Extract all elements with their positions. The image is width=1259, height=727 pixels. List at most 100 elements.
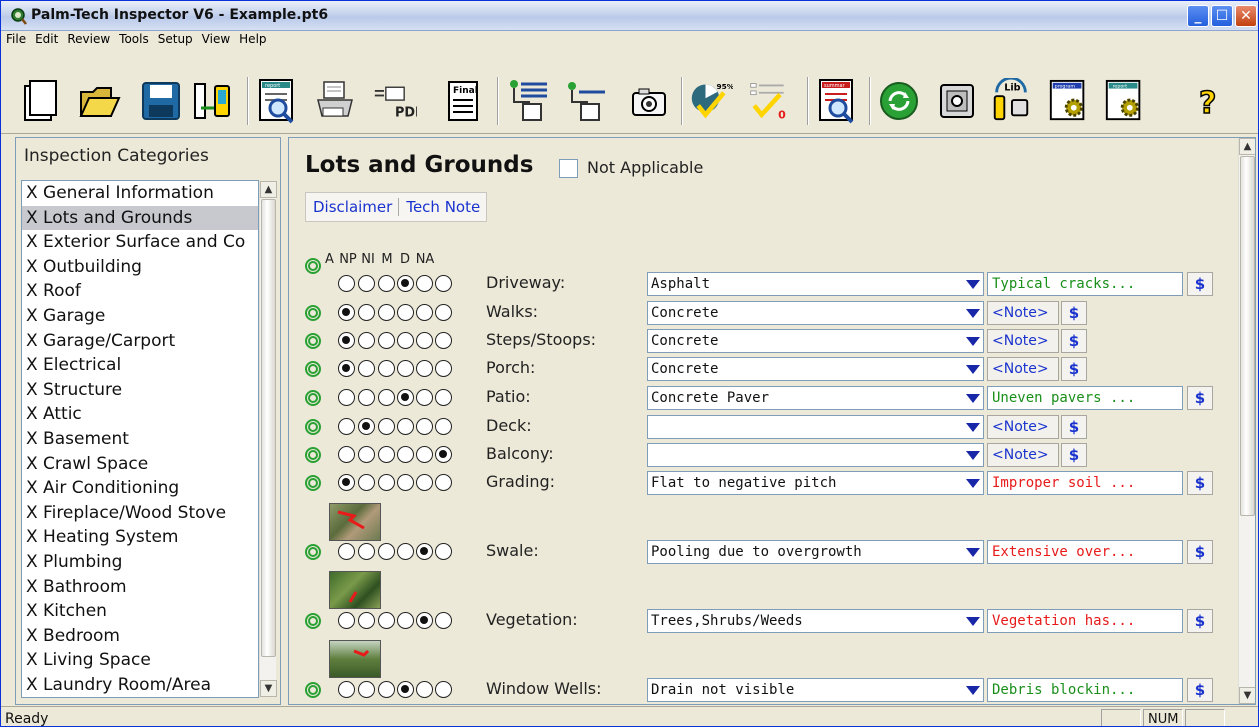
scroll-thumb[interactable] — [1240, 156, 1255, 516]
rating-radio-d[interactable] — [416, 543, 433, 560]
cost-button[interactable]: $ — [1187, 471, 1213, 495]
dropdown-arrow-icon[interactable] — [966, 309, 980, 318]
cost-button[interactable]: $ — [1061, 301, 1087, 325]
rating-radio-na[interactable] — [435, 543, 452, 560]
backup-safe-button[interactable] — [935, 77, 979, 125]
item-comment[interactable]: Uneven pavers ... — [987, 386, 1183, 410]
sync-device-button[interactable] — [189, 77, 233, 125]
cost-button[interactable]: $ — [1187, 609, 1213, 633]
item-comment[interactable]: Debris blockin... — [987, 678, 1183, 702]
rating-radio-ni[interactable] — [378, 418, 395, 435]
menu-help[interactable]: Help — [234, 31, 270, 46]
cost-button[interactable]: $ — [1061, 357, 1087, 381]
rating-radio-ni[interactable] — [378, 681, 395, 698]
maximize-button[interactable]: ☐ — [1211, 5, 1233, 27]
rating-radio-na[interactable] — [435, 681, 452, 698]
menu-edit[interactable]: Edit — [30, 31, 62, 46]
item-value-dropdown[interactable]: Pooling due to overgrowth — [647, 540, 984, 564]
rating-radio-m[interactable] — [397, 418, 414, 435]
rating-radio-na[interactable] — [435, 360, 452, 377]
item-value-dropdown[interactable] — [647, 443, 984, 467]
dropdown-arrow-icon[interactable] — [966, 617, 980, 626]
rating-radio-m[interactable] — [397, 543, 414, 560]
rating-radio-d[interactable] — [416, 275, 433, 292]
item-value-dropdown[interactable]: Concrete — [647, 357, 984, 381]
item-value-dropdown[interactable]: Concrete Paver — [647, 386, 984, 410]
rating-radio-m[interactable] — [397, 681, 414, 698]
menu-view[interactable]: View — [197, 31, 234, 46]
preview-report-button[interactable]: report — [255, 77, 299, 125]
rating-radio-m[interactable] — [397, 332, 414, 349]
item-comment[interactable]: Typical cracks... — [987, 272, 1183, 296]
defaults-icon[interactable] — [305, 613, 321, 629]
completion-check-button[interactable]: 95% — [689, 77, 733, 125]
rating-radio-a[interactable] — [338, 332, 355, 349]
category-item[interactable]: X Bedroom — [22, 624, 258, 649]
item-comment[interactable]: Improper soil ... — [987, 471, 1183, 495]
rating-radio-a[interactable] — [338, 543, 355, 560]
dropdown-arrow-icon[interactable] — [966, 280, 980, 289]
category-item[interactable]: X Outbuilding — [22, 255, 258, 280]
category-item[interactable]: X Air Conditioning — [22, 476, 258, 501]
rating-radio-m[interactable] — [397, 304, 414, 321]
category-item[interactable]: X Fireplace/Wood Stove — [22, 501, 258, 526]
rating-radio-na[interactable] — [435, 612, 452, 629]
rating-radio-na[interactable] — [435, 474, 452, 491]
rating-radio-a[interactable] — [338, 304, 355, 321]
import-narratives-button[interactable] — [507, 77, 551, 125]
pdf-button[interactable]: PDF — [373, 77, 417, 125]
dropdown-arrow-icon[interactable] — [966, 479, 980, 488]
rating-radio-d[interactable] — [416, 332, 433, 349]
defaults-icon[interactable] — [305, 333, 321, 349]
note-button[interactable]: <Note> — [987, 329, 1059, 353]
rating-radio-na[interactable] — [435, 332, 452, 349]
dropdown-arrow-icon[interactable] — [966, 337, 980, 346]
category-item[interactable]: X Structure — [22, 378, 258, 403]
rating-radio-d[interactable] — [416, 474, 433, 491]
scroll-down-icon[interactable]: ▼ — [260, 680, 277, 697]
rating-radio-a[interactable] — [338, 446, 355, 463]
scroll-thumb[interactable] — [261, 199, 276, 657]
categories-list[interactable]: X General Information X Lots and Grounds… — [21, 180, 259, 698]
checklist-button[interactable]: 0 — [747, 77, 791, 125]
rating-radio-a[interactable] — [338, 275, 355, 292]
category-item[interactable]: X Crawl Space — [22, 452, 258, 477]
rating-radio-a[interactable] — [338, 612, 355, 629]
not-applicable-checkbox[interactable] — [559, 159, 578, 178]
rating-radio-d[interactable] — [416, 681, 433, 698]
rating-radio-a[interactable] — [338, 389, 355, 406]
rating-radio-na[interactable] — [435, 304, 452, 321]
report-settings-button[interactable]: report — [1103, 77, 1147, 125]
rating-radio-np[interactable] — [358, 275, 375, 292]
rating-radio-ni[interactable] — [378, 474, 395, 491]
rating-radio-np[interactable] — [358, 474, 375, 491]
menu-setup[interactable]: Setup — [153, 31, 197, 46]
dropdown-arrow-icon[interactable] — [966, 686, 980, 695]
rating-radio-ni[interactable] — [378, 543, 395, 560]
item-value-dropdown[interactable]: Asphalt — [647, 272, 984, 296]
rating-radio-ni[interactable] — [378, 304, 395, 321]
close-button[interactable]: ✕ — [1235, 5, 1257, 27]
category-item[interactable]: X Attic — [22, 402, 258, 427]
dropdown-arrow-icon[interactable] — [966, 394, 980, 403]
defaults-icon[interactable] — [305, 544, 321, 560]
scroll-up-icon[interactable]: ▲ — [260, 181, 277, 198]
save-button[interactable] — [139, 77, 183, 125]
menu-tools[interactable]: Tools — [114, 31, 153, 46]
rating-radio-na[interactable] — [435, 389, 452, 406]
item-value-dropdown[interactable]: Trees,Shrubs/Weeds — [647, 609, 984, 633]
rating-radio-d[interactable] — [416, 612, 433, 629]
rating-radio-m[interactable] — [397, 474, 414, 491]
rating-radio-d[interactable] — [416, 360, 433, 377]
rating-radio-na[interactable] — [435, 418, 452, 435]
main-scrollbar[interactable]: ▲ ▼ — [1238, 138, 1255, 704]
rating-radio-ni[interactable] — [378, 612, 395, 629]
minimize-button[interactable]: _ — [1187, 5, 1209, 27]
category-item[interactable]: X General Information — [22, 181, 258, 206]
defaults-icon[interactable] — [305, 361, 321, 377]
rating-radio-d[interactable] — [416, 389, 433, 406]
category-item[interactable]: X Laundry Room/Area — [22, 673, 258, 697]
rating-radio-a[interactable] — [338, 418, 355, 435]
category-item[interactable]: X Electrical — [22, 353, 258, 378]
cost-button[interactable]: $ — [1061, 443, 1087, 467]
